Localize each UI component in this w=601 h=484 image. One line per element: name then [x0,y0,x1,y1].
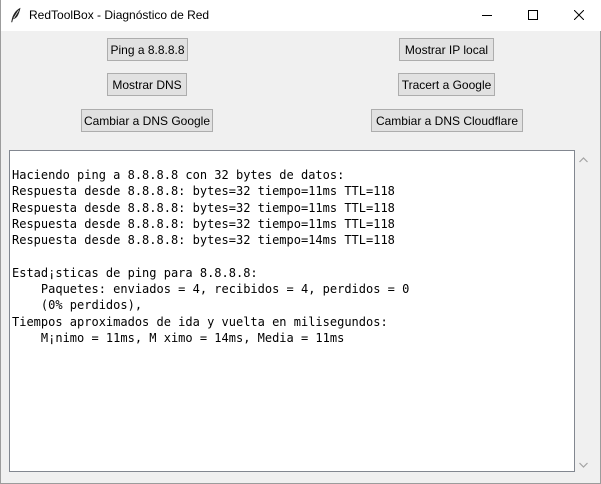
show-local-ip-button[interactable]: Mostrar IP local [399,38,494,61]
output-text: Haciendo ping a 8.8.8.8 con 32 bytes de … [10,151,574,346]
scroll-down-button[interactable] [575,455,592,472]
output-line: (0% perdidos), [12,298,143,313]
output-textarea[interactable]: Haciendo ping a 8.8.8.8 con 32 bytes de … [9,150,575,472]
ping-button[interactable]: Ping a 8.8.8.8 [107,38,188,61]
output-line: Estad¡sticas de ping para 8.8.8.8: [12,265,258,280]
chevron-up-icon [579,150,588,168]
output-line: Respuesta desde 8.8.8.8: bytes=32 tiempo… [12,200,395,215]
close-button[interactable] [556,0,601,31]
scroll-up-button[interactable] [575,150,592,167]
output-line: Respuesta desde 8.8.8.8: bytes=32 tiempo… [12,233,395,248]
output-line: M¡nimo = 11ms, M ximo = 14ms, Media = 11… [12,330,345,345]
app-window: RedToolBox - Diagnóstico de Red Ping a 8… [0,0,601,484]
maximize-icon [528,7,538,25]
dns-cloudflare-button[interactable]: Cambiar a DNS Cloudflare [371,109,523,132]
maximize-button[interactable] [510,0,556,31]
output-line: Paquetes: enviados = 4, recibidos = 4, p… [12,282,410,297]
output-line: Haciendo ping a 8.8.8.8 con 32 bytes de … [12,168,345,182]
window-title: RedToolBox - Diagnóstico de Red [29,8,210,22]
output-line: Respuesta desde 8.8.8.8: bytes=32 tiempo… [12,216,395,231]
minimize-button[interactable] [464,0,510,31]
title-bar[interactable]: RedToolBox - Diagnóstico de Red [1,0,601,31]
output-line: Tiempos aproximados de ida y vuelta en m… [12,314,388,329]
output-line: Respuesta desde 8.8.8.8: bytes=32 tiempo… [12,184,395,199]
chevron-down-icon [579,455,588,473]
dns-google-button[interactable]: Cambiar a DNS Google [81,109,213,132]
show-dns-button[interactable]: Mostrar DNS [107,73,187,96]
close-icon [573,7,585,25]
vertical-scrollbar[interactable] [575,150,592,472]
tracert-button[interactable]: Tracert a Google [398,73,495,96]
feather-icon [9,7,23,23]
minimize-icon [482,7,492,25]
